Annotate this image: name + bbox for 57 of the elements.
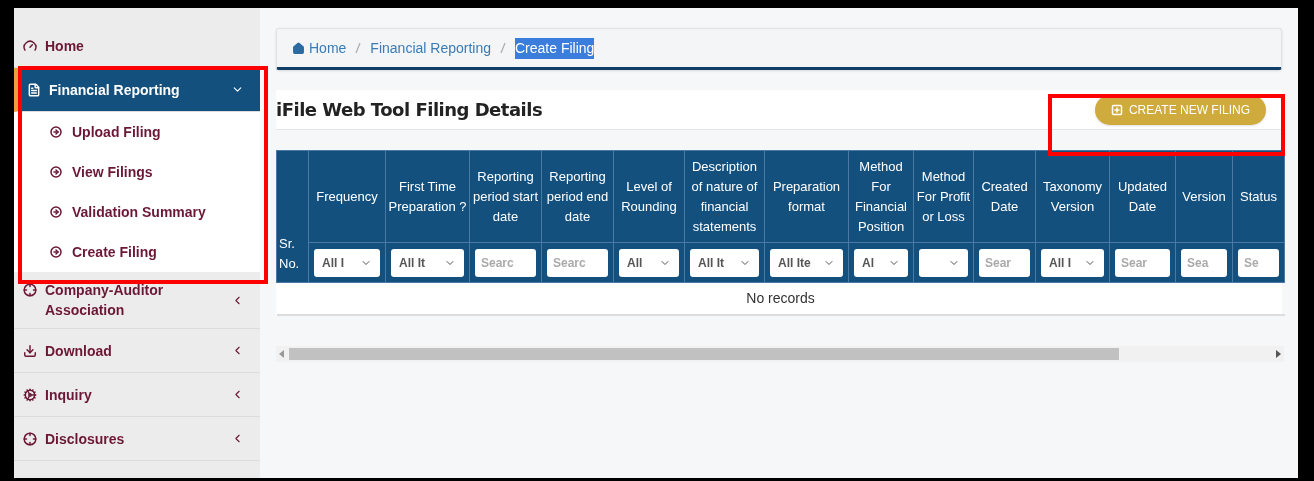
document-icon: [27, 82, 41, 97]
gauge-icon: [23, 38, 37, 53]
breadcrumb-link[interactable]: Financial Reporting: [370, 37, 491, 59]
submenu-item[interactable]: View Filings: [14, 152, 260, 192]
column-header: Sr. No.: [276, 150, 309, 283]
sidebar-item-label: Company-Auditor Association: [45, 281, 165, 320]
breadcrumb-separator: [500, 42, 506, 54]
submenu-item[interactable]: Create Filing: [14, 232, 260, 272]
column-header: Reporting period end date: [541, 150, 614, 243]
download-icon: [23, 343, 37, 358]
horizontal-scrollbar[interactable]: [276, 345, 1284, 362]
breadcrumb-link[interactable]: Create Filing: [515, 37, 595, 59]
column-header: Level of Rounding: [613, 150, 685, 243]
filter-select[interactable]: All I: [314, 248, 380, 277]
column-header: Version: [1175, 150, 1233, 243]
column-header: Reporting period start date: [469, 150, 542, 243]
search-field[interactable]: Sear: [979, 248, 1030, 277]
filter-select[interactable]: Al: [854, 248, 908, 277]
filter-select[interactable]: All: [619, 248, 679, 277]
sidebar-item-label: Inquiry: [45, 385, 92, 405]
filter-select[interactable]: [919, 248, 968, 277]
sidebar-item-label: Financial Reporting: [49, 80, 180, 100]
gears-icon: [23, 387, 37, 402]
column-header: Method For Profit or Loss: [913, 150, 974, 243]
submenu-item[interactable]: Upload Filing: [14, 112, 260, 152]
column-header: First Time Preparation ?: [385, 150, 470, 243]
search-field[interactable]: Searc: [547, 248, 608, 277]
breadcrumb-separator: [355, 42, 362, 54]
sidebar-item[interactable]: Financial Reporting: [14, 68, 260, 112]
search-field[interactable]: Sear: [1115, 248, 1170, 277]
filter-select[interactable]: All It: [690, 248, 759, 277]
submenu-item[interactable]: Validation Summary: [14, 192, 260, 232]
column-header: Updated Date: [1109, 150, 1176, 243]
breadcrumb-link[interactable]: Home: [309, 37, 347, 59]
sidebar-item-label: Download: [45, 341, 112, 361]
column-header: Frequency: [308, 150, 386, 243]
plus-icon: [1110, 103, 1123, 116]
column-header: Status: [1232, 150, 1285, 243]
filter-select[interactable]: All It: [391, 248, 464, 277]
column-header: Preparation format: [764, 150, 849, 243]
column-header: Description of nature of financial statements: [684, 150, 765, 243]
page-title: iFile Web Tool Filing Details: [276, 98, 543, 122]
home-icon: [292, 41, 305, 55]
column-header: Taxonomy Version: [1035, 150, 1110, 243]
sidebar-item-label: Disclosures: [45, 429, 125, 449]
filter-select[interactable]: All I: [1041, 248, 1104, 277]
search-field[interactable]: Sea: [1181, 248, 1227, 277]
scroll-right-icon[interactable]: [1275, 349, 1281, 358]
filter-select[interactable]: All Ite: [770, 248, 843, 277]
column-header: Method For Financial Position: [848, 150, 914, 243]
search-field[interactable]: Se: [1238, 248, 1279, 277]
sidebar-item-label: Home: [45, 36, 84, 56]
empty-message: No records: [746, 289, 815, 306]
crosshair-icon: [23, 431, 37, 446]
search-field[interactable]: Searc: [475, 248, 536, 277]
column-header: Created Date: [973, 150, 1036, 243]
crosshair-icon: [23, 283, 37, 297]
